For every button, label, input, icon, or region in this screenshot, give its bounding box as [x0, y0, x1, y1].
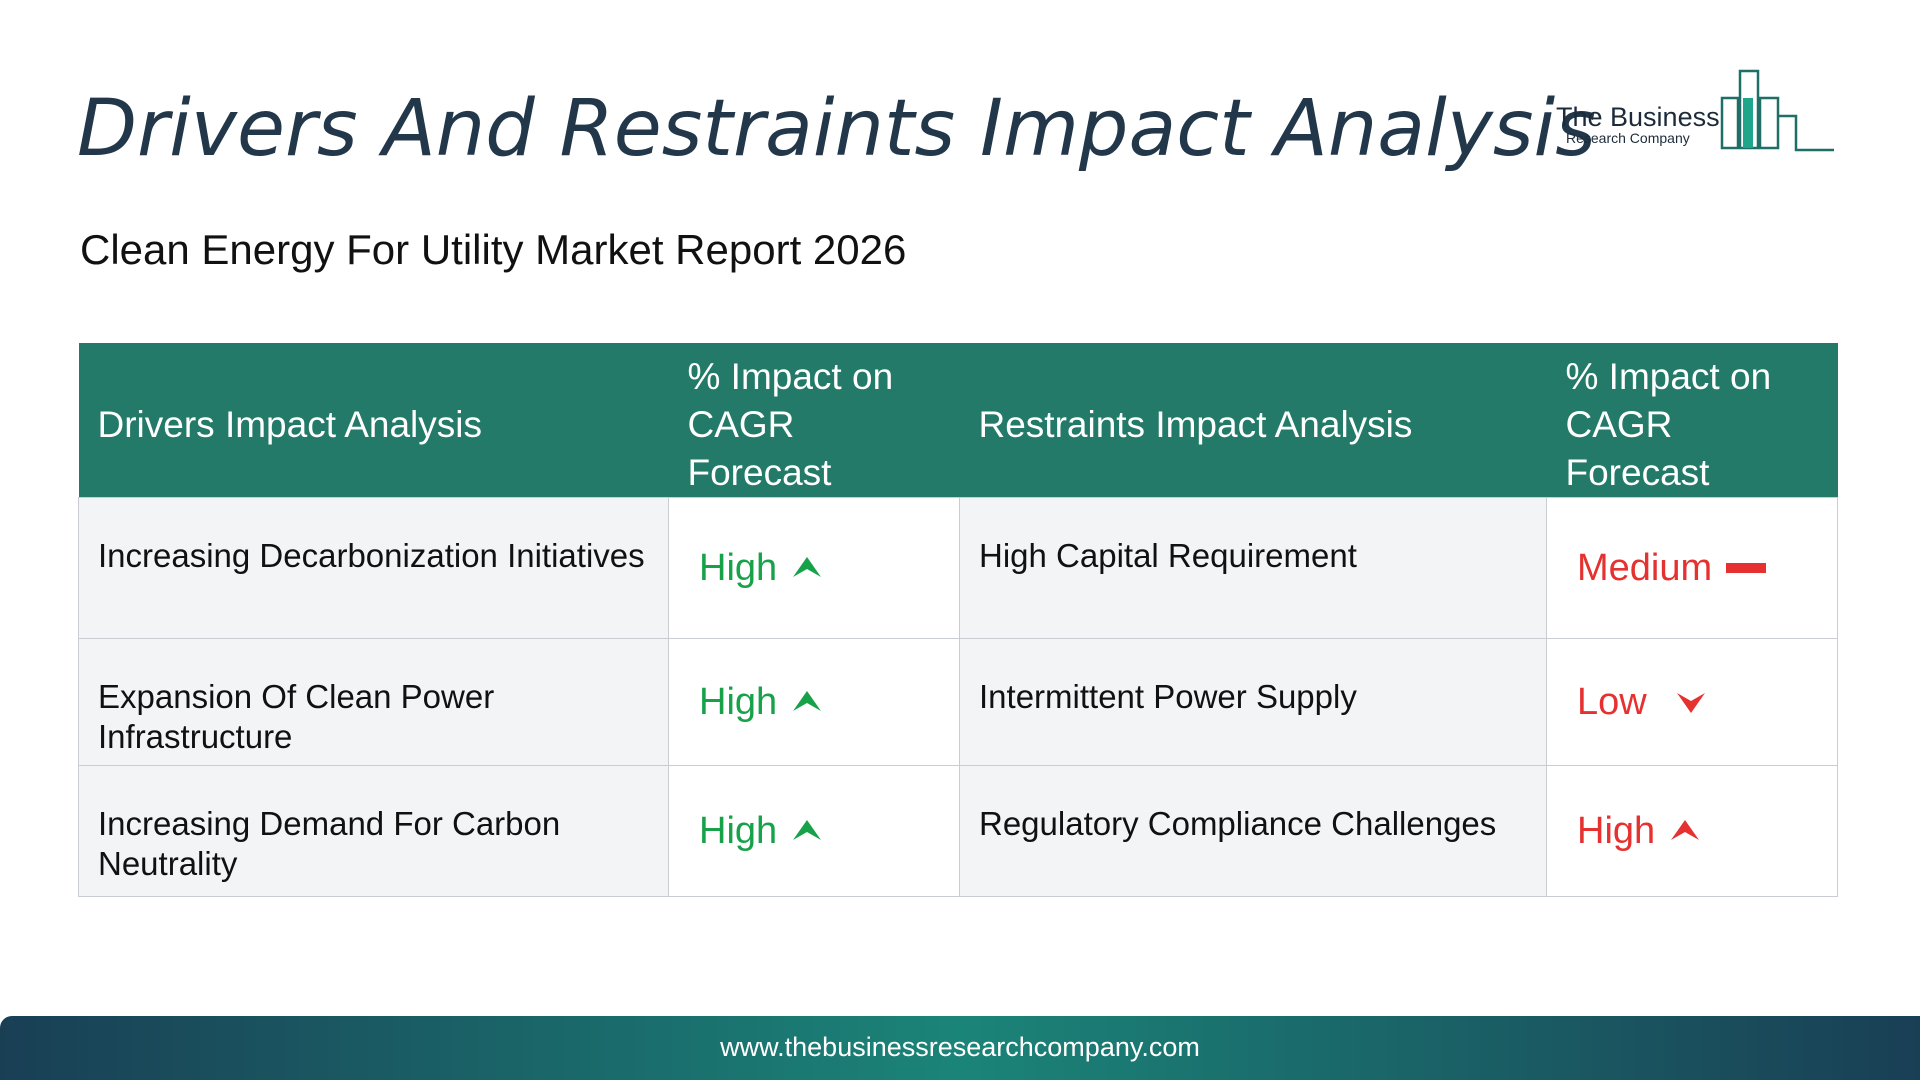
arrow-down-icon — [1676, 693, 1705, 713]
report-subtitle: Clean Energy For Utility Market Report 2… — [80, 226, 907, 273]
header-drivers: Drivers Impact Analysis — [78, 343, 669, 498]
dash-icon — [1726, 563, 1767, 573]
footer-bar: www.thebusinessresearchcompany.com — [0, 1016, 1920, 1080]
header-restraints: Restraints Impact Analysis — [959, 343, 1547, 498]
driver-impact-cell: High — [668, 497, 960, 639]
driver-cell: Increasing Demand For Carbon Neutrality — [78, 765, 669, 897]
impact-table: Drivers Impact Analysis % Impact on CAGR… — [78, 343, 1838, 897]
impact-label: High — [1577, 810, 1656, 852]
restraint-cell: Regulatory Compliance Challenges — [959, 765, 1547, 897]
driver-impact-cell: High — [668, 638, 960, 766]
footer-url[interactable]: www.thebusinessresearchcompany.com — [0, 1032, 1920, 1063]
impact-label: High — [699, 810, 778, 852]
table-row: Increasing Decarbonization Initiatives H… — [78, 497, 1838, 639]
driver-impact-cell: High — [668, 765, 960, 897]
impact-label: Low — [1577, 681, 1647, 723]
logo-tagline: Research Company — [1566, 130, 1690, 146]
impact-label: High — [699, 681, 778, 723]
arrow-up-icon — [793, 691, 822, 711]
logo-name: The Business — [1556, 102, 1720, 132]
header-restraint-impact: % Impact on CAGR Forecast — [1546, 343, 1838, 498]
header-driver-impact: % Impact on CAGR Forecast — [668, 343, 960, 498]
table-row: Expansion Of Clean Power Infrastructure … — [78, 638, 1838, 766]
impact-label: High — [699, 547, 778, 589]
driver-cell: Expansion Of Clean Power Infrastructure — [78, 638, 669, 766]
impact-label: Medium — [1577, 547, 1713, 589]
company-logo: The Business Research Company — [1550, 66, 1840, 162]
table-header-row: Drivers Impact Analysis % Impact on CAGR… — [78, 343, 1838, 498]
restraint-impact-cell: High — [1546, 765, 1838, 897]
driver-cell: Increasing Decarbonization Initiatives — [78, 497, 669, 639]
restraint-cell: High Capital Requirement — [959, 497, 1547, 639]
arrow-up-icon — [793, 820, 822, 840]
restraint-impact-cell: Low — [1546, 638, 1838, 766]
arrow-up-icon — [793, 557, 822, 577]
restraint-impact-cell: Medium — [1546, 497, 1838, 639]
page-title: Drivers And Restraints Impact Analysis — [77, 84, 1596, 174]
arrow-up-icon — [1671, 820, 1700, 840]
restraint-cell: Intermittent Power Supply — [959, 638, 1547, 766]
table-row: Increasing Demand For Carbon Neutrality … — [78, 765, 1838, 897]
